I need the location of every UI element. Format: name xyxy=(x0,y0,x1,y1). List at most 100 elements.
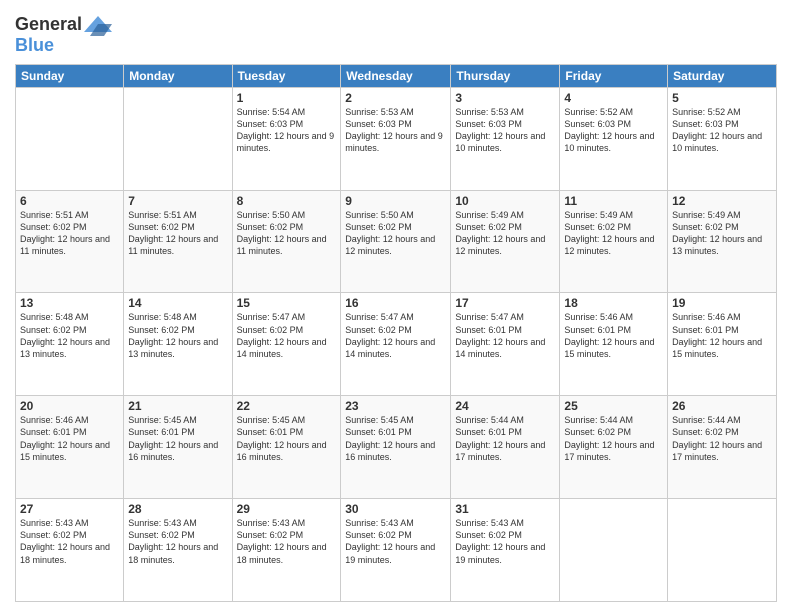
day-number: 23 xyxy=(345,399,446,413)
calendar-cell: 17Sunrise: 5:47 AM Sunset: 6:01 PM Dayli… xyxy=(451,293,560,396)
logo-text-blue: Blue xyxy=(15,36,112,56)
calendar-cell xyxy=(16,87,124,190)
day-info: Sunrise: 5:52 AM Sunset: 6:03 PM Dayligh… xyxy=(672,106,772,155)
weekday-header-sunday: Sunday xyxy=(16,64,124,87)
day-number: 22 xyxy=(237,399,337,413)
calendar-cell: 13Sunrise: 5:48 AM Sunset: 6:02 PM Dayli… xyxy=(16,293,124,396)
calendar-cell: 25Sunrise: 5:44 AM Sunset: 6:02 PM Dayli… xyxy=(560,396,668,499)
calendar-cell: 15Sunrise: 5:47 AM Sunset: 6:02 PM Dayli… xyxy=(232,293,341,396)
calendar-cell: 14Sunrise: 5:48 AM Sunset: 6:02 PM Dayli… xyxy=(124,293,232,396)
day-info: Sunrise: 5:44 AM Sunset: 6:01 PM Dayligh… xyxy=(455,414,555,463)
calendar-cell xyxy=(560,499,668,602)
day-info: Sunrise: 5:48 AM Sunset: 6:02 PM Dayligh… xyxy=(128,311,227,360)
day-number: 5 xyxy=(672,91,772,105)
weekday-header-wednesday: Wednesday xyxy=(341,64,451,87)
day-number: 15 xyxy=(237,296,337,310)
page: General Blue SundayMondayTuesdayWednesda… xyxy=(0,0,792,612)
calendar-cell: 1Sunrise: 5:54 AM Sunset: 6:03 PM Daylig… xyxy=(232,87,341,190)
day-number: 6 xyxy=(20,194,119,208)
day-number: 29 xyxy=(237,502,337,516)
calendar-cell: 27Sunrise: 5:43 AM Sunset: 6:02 PM Dayli… xyxy=(16,499,124,602)
calendar-cell: 18Sunrise: 5:46 AM Sunset: 6:01 PM Dayli… xyxy=(560,293,668,396)
day-info: Sunrise: 5:47 AM Sunset: 6:02 PM Dayligh… xyxy=(237,311,337,360)
day-info: Sunrise: 5:51 AM Sunset: 6:02 PM Dayligh… xyxy=(128,209,227,258)
calendar-cell: 12Sunrise: 5:49 AM Sunset: 6:02 PM Dayli… xyxy=(668,190,777,293)
day-info: Sunrise: 5:45 AM Sunset: 6:01 PM Dayligh… xyxy=(128,414,227,463)
calendar-cell: 2Sunrise: 5:53 AM Sunset: 6:03 PM Daylig… xyxy=(341,87,451,190)
day-info: Sunrise: 5:46 AM Sunset: 6:01 PM Dayligh… xyxy=(564,311,663,360)
calendar-cell: 3Sunrise: 5:53 AM Sunset: 6:03 PM Daylig… xyxy=(451,87,560,190)
day-number: 17 xyxy=(455,296,555,310)
day-info: Sunrise: 5:49 AM Sunset: 6:02 PM Dayligh… xyxy=(672,209,772,258)
calendar-cell: 30Sunrise: 5:43 AM Sunset: 6:02 PM Dayli… xyxy=(341,499,451,602)
calendar-cell: 23Sunrise: 5:45 AM Sunset: 6:01 PM Dayli… xyxy=(341,396,451,499)
day-number: 27 xyxy=(20,502,119,516)
day-number: 26 xyxy=(672,399,772,413)
day-number: 10 xyxy=(455,194,555,208)
calendar-table: SundayMondayTuesdayWednesdayThursdayFrid… xyxy=(15,64,777,602)
day-info: Sunrise: 5:54 AM Sunset: 6:03 PM Dayligh… xyxy=(237,106,337,155)
day-info: Sunrise: 5:53 AM Sunset: 6:03 PM Dayligh… xyxy=(345,106,446,155)
day-info: Sunrise: 5:43 AM Sunset: 6:02 PM Dayligh… xyxy=(345,517,446,566)
calendar-cell: 31Sunrise: 5:43 AM Sunset: 6:02 PM Dayli… xyxy=(451,499,560,602)
calendar-cell: 5Sunrise: 5:52 AM Sunset: 6:03 PM Daylig… xyxy=(668,87,777,190)
day-info: Sunrise: 5:51 AM Sunset: 6:02 PM Dayligh… xyxy=(20,209,119,258)
day-info: Sunrise: 5:47 AM Sunset: 6:02 PM Dayligh… xyxy=(345,311,446,360)
day-info: Sunrise: 5:48 AM Sunset: 6:02 PM Dayligh… xyxy=(20,311,119,360)
day-info: Sunrise: 5:52 AM Sunset: 6:03 PM Dayligh… xyxy=(564,106,663,155)
day-number: 12 xyxy=(672,194,772,208)
week-row-5: 27Sunrise: 5:43 AM Sunset: 6:02 PM Dayli… xyxy=(16,499,777,602)
calendar-cell: 21Sunrise: 5:45 AM Sunset: 6:01 PM Dayli… xyxy=(124,396,232,499)
day-number: 1 xyxy=(237,91,337,105)
day-info: Sunrise: 5:45 AM Sunset: 6:01 PM Dayligh… xyxy=(345,414,446,463)
day-number: 24 xyxy=(455,399,555,413)
calendar-cell: 7Sunrise: 5:51 AM Sunset: 6:02 PM Daylig… xyxy=(124,190,232,293)
calendar-cell: 10Sunrise: 5:49 AM Sunset: 6:02 PM Dayli… xyxy=(451,190,560,293)
logo-text-general: General xyxy=(15,15,82,35)
calendar-cell: 6Sunrise: 5:51 AM Sunset: 6:02 PM Daylig… xyxy=(16,190,124,293)
day-info: Sunrise: 5:44 AM Sunset: 6:02 PM Dayligh… xyxy=(672,414,772,463)
calendar-cell: 22Sunrise: 5:45 AM Sunset: 6:01 PM Dayli… xyxy=(232,396,341,499)
day-number: 19 xyxy=(672,296,772,310)
day-number: 25 xyxy=(564,399,663,413)
calendar-cell: 20Sunrise: 5:46 AM Sunset: 6:01 PM Dayli… xyxy=(16,396,124,499)
day-number: 3 xyxy=(455,91,555,105)
calendar-cell xyxy=(668,499,777,602)
week-row-3: 13Sunrise: 5:48 AM Sunset: 6:02 PM Dayli… xyxy=(16,293,777,396)
day-number: 16 xyxy=(345,296,446,310)
week-row-2: 6Sunrise: 5:51 AM Sunset: 6:02 PM Daylig… xyxy=(16,190,777,293)
day-number: 9 xyxy=(345,194,446,208)
day-number: 28 xyxy=(128,502,227,516)
calendar-cell xyxy=(124,87,232,190)
weekday-header-tuesday: Tuesday xyxy=(232,64,341,87)
day-info: Sunrise: 5:53 AM Sunset: 6:03 PM Dayligh… xyxy=(455,106,555,155)
logo: General Blue xyxy=(15,14,112,56)
day-number: 7 xyxy=(128,194,227,208)
calendar-cell: 16Sunrise: 5:47 AM Sunset: 6:02 PM Dayli… xyxy=(341,293,451,396)
header: General Blue xyxy=(15,10,777,56)
day-number: 2 xyxy=(345,91,446,105)
day-number: 20 xyxy=(20,399,119,413)
calendar-cell: 26Sunrise: 5:44 AM Sunset: 6:02 PM Dayli… xyxy=(668,396,777,499)
day-number: 14 xyxy=(128,296,227,310)
day-number: 30 xyxy=(345,502,446,516)
day-number: 8 xyxy=(237,194,337,208)
day-number: 11 xyxy=(564,194,663,208)
calendar-cell: 8Sunrise: 5:50 AM Sunset: 6:02 PM Daylig… xyxy=(232,190,341,293)
day-number: 4 xyxy=(564,91,663,105)
day-info: Sunrise: 5:43 AM Sunset: 6:02 PM Dayligh… xyxy=(237,517,337,566)
day-info: Sunrise: 5:50 AM Sunset: 6:02 PM Dayligh… xyxy=(345,209,446,258)
day-info: Sunrise: 5:49 AM Sunset: 6:02 PM Dayligh… xyxy=(564,209,663,258)
day-number: 18 xyxy=(564,296,663,310)
day-info: Sunrise: 5:43 AM Sunset: 6:02 PM Dayligh… xyxy=(20,517,119,566)
calendar-cell: 29Sunrise: 5:43 AM Sunset: 6:02 PM Dayli… xyxy=(232,499,341,602)
day-info: Sunrise: 5:43 AM Sunset: 6:02 PM Dayligh… xyxy=(128,517,227,566)
logo-icon xyxy=(84,14,112,36)
day-info: Sunrise: 5:46 AM Sunset: 6:01 PM Dayligh… xyxy=(672,311,772,360)
calendar-cell: 24Sunrise: 5:44 AM Sunset: 6:01 PM Dayli… xyxy=(451,396,560,499)
day-info: Sunrise: 5:44 AM Sunset: 6:02 PM Dayligh… xyxy=(564,414,663,463)
weekday-header-friday: Friday xyxy=(560,64,668,87)
week-row-4: 20Sunrise: 5:46 AM Sunset: 6:01 PM Dayli… xyxy=(16,396,777,499)
calendar-cell: 28Sunrise: 5:43 AM Sunset: 6:02 PM Dayli… xyxy=(124,499,232,602)
calendar-cell: 9Sunrise: 5:50 AM Sunset: 6:02 PM Daylig… xyxy=(341,190,451,293)
